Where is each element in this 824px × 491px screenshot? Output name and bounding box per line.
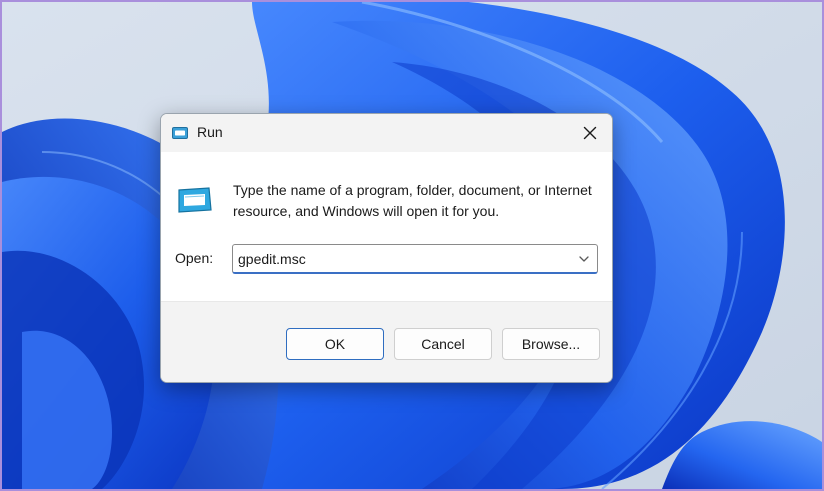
ok-button[interactable]: OK — [286, 328, 384, 360]
dialog-body: Type the name of a program, folder, docu… — [161, 152, 612, 301]
run-icon — [172, 127, 188, 139]
open-label: Open: — [175, 250, 214, 266]
open-input[interactable] — [238, 248, 568, 270]
title-bar[interactable]: Run — [161, 114, 612, 152]
cancel-button[interactable]: Cancel — [394, 328, 492, 360]
close-button[interactable] — [568, 114, 612, 152]
window-title: Run — [197, 124, 223, 140]
close-icon — [583, 126, 597, 140]
browse-button[interactable]: Browse... — [502, 328, 600, 360]
dialog-footer: OK Cancel Browse... — [161, 301, 612, 382]
run-icon — [178, 187, 212, 213]
open-combobox[interactable] — [232, 244, 598, 274]
instruction-text: Type the name of a program, folder, docu… — [233, 182, 592, 219]
chevron-down-icon[interactable] — [577, 252, 591, 266]
desktop: Run Type the name of a program, folder, … — [0, 0, 824, 491]
run-dialog: Run Type the name of a program, folder, … — [160, 113, 613, 383]
